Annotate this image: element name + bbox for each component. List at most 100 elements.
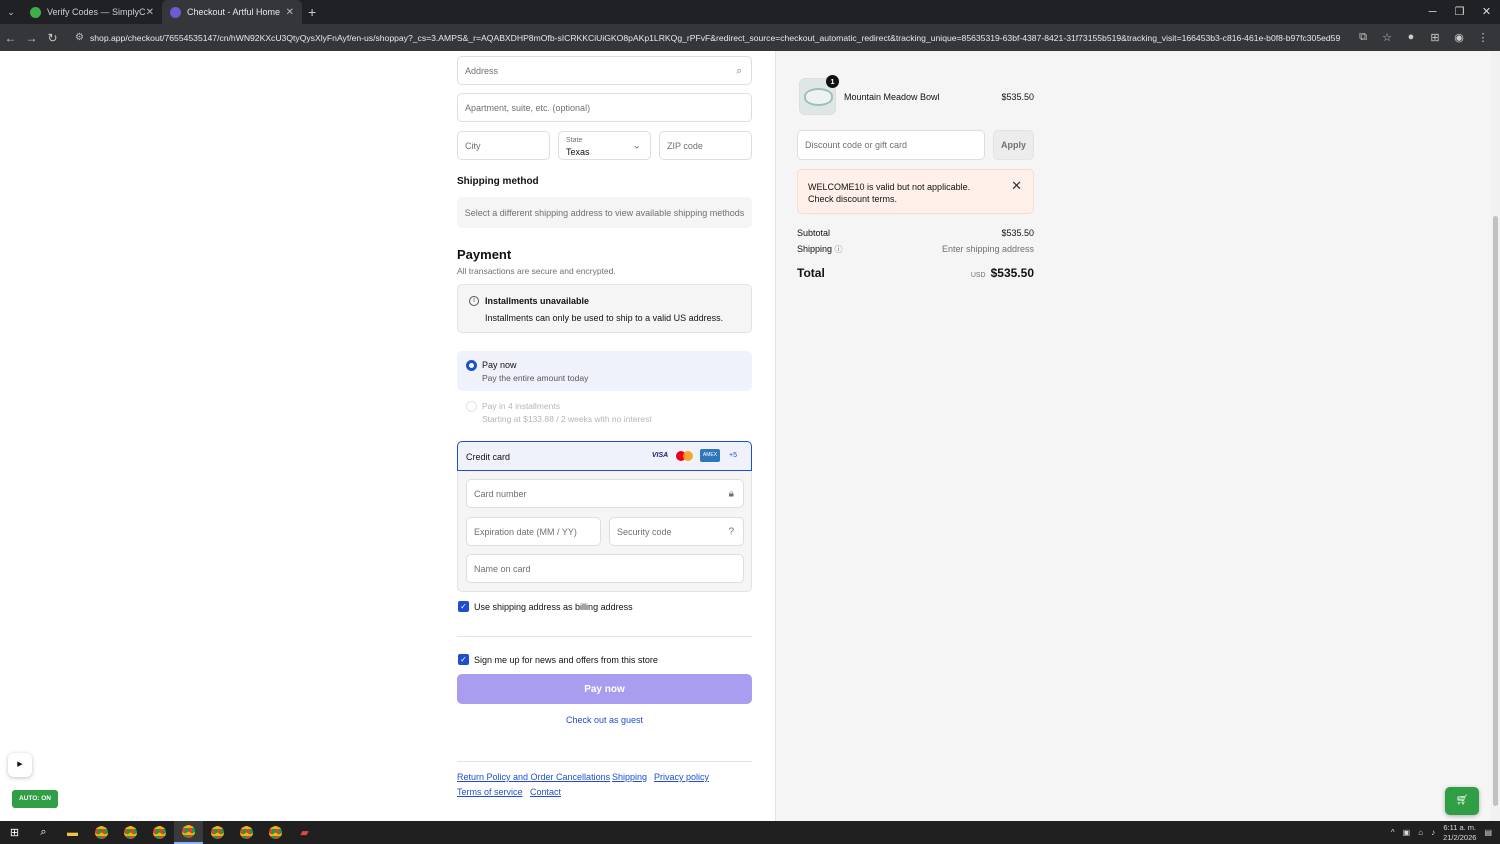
- state-value: Texas: [566, 147, 590, 157]
- security-code-input[interactable]: Security code ?: [609, 517, 744, 546]
- checkout-as-guest-link[interactable]: Check out as guest: [457, 715, 752, 725]
- tab-close-icon[interactable]: ✕: [286, 7, 294, 18]
- shipping-notice-text: Select a different shipping address to v…: [464, 207, 745, 218]
- scrollbar-thumb[interactable]: [1493, 216, 1498, 806]
- pay-installments-radio: [466, 401, 477, 412]
- apartment-input[interactable]: Apartment, suite, etc. (optional): [457, 93, 752, 122]
- mastercard-icon: [675, 450, 695, 462]
- page-scrollbar[interactable]: [1491, 51, 1500, 821]
- pay-now-radio[interactable]: [466, 360, 477, 371]
- network-icon[interactable]: ⌂: [1418, 828, 1423, 837]
- name-on-card-input[interactable]: Name on card: [466, 554, 744, 583]
- total-row: Total USD $535.50: [797, 265, 1034, 280]
- menu-kebab-icon[interactable]: ⋮: [1474, 31, 1492, 44]
- card-number-input[interactable]: Card number 🔒︎: [466, 479, 744, 508]
- shipping-method-notice: Select a different shipping address to v…: [457, 197, 752, 228]
- installments-title: Installments unavailable: [485, 296, 590, 306]
- installments-desc: Installments can only be used to ship to…: [485, 313, 724, 323]
- cart-icon[interactable]: 🛒︎: [1445, 787, 1479, 815]
- info-icon: i: [469, 296, 479, 306]
- state-select[interactable]: State Texas ⌄: [558, 131, 651, 160]
- forward-icon[interactable]: →: [21, 31, 42, 45]
- chrome-icon[interactable]: [174, 821, 203, 844]
- terms-of-service-link[interactable]: Terms of service: [457, 787, 523, 797]
- card-number-placeholder: Card number: [474, 488, 527, 499]
- chrome-icon[interactable]: [116, 821, 145, 844]
- pay-now-option[interactable]: Pay now Pay the entire amount today: [457, 351, 752, 391]
- reload-icon[interactable]: ↻: [42, 31, 63, 45]
- address-bar[interactable]: ⚙ shop.app/checkout/76554535147/cn/hWN92…: [69, 26, 1348, 49]
- chrome-icon[interactable]: [203, 821, 232, 844]
- new-tab-icon[interactable]: +: [308, 4, 316, 20]
- billing-checkbox[interactable]: ✓: [458, 601, 469, 612]
- credit-card-header[interactable]: Credit card VISA AMEX +5: [457, 441, 752, 471]
- more-cards-count: +5: [729, 452, 737, 459]
- tab-search-icon[interactable]: ⌄: [0, 0, 22, 24]
- notifications-icon[interactable]: ▤: [1484, 828, 1492, 837]
- clock[interactable]: 6:11 a. m. 21/2/2026: [1443, 823, 1476, 843]
- close-icon[interactable]: ✕: [1011, 178, 1022, 194]
- search-icon[interactable]: ⌕: [29, 821, 58, 844]
- play-icon[interactable]: ▶: [8, 753, 32, 777]
- app-icon[interactable]: ▰: [290, 821, 319, 844]
- amex-icon: AMEX: [700, 449, 720, 462]
- translate-icon[interactable]: ⧉: [1354, 31, 1372, 44]
- profile-icon[interactable]: ◉: [1450, 31, 1468, 44]
- minimize-icon[interactable]: ─: [1419, 0, 1446, 24]
- lock-icon: 🔒︎: [728, 488, 734, 499]
- shipping-method-heading: Shipping method: [457, 176, 539, 187]
- shop-favicon-icon: [170, 6, 181, 18]
- chevron-down-icon: ⌄: [632, 140, 641, 151]
- tab-verify-codes[interactable]: Verify Codes — SimplyCodes ✕: [22, 0, 162, 24]
- volume-icon[interactable]: ♪: [1431, 828, 1435, 837]
- city-input[interactable]: City: [457, 131, 550, 160]
- shipping-policy-link[interactable]: Shipping: [612, 772, 647, 782]
- billing-checkbox-label: Use shipping address as billing address: [474, 602, 633, 612]
- tray-chevron-icon[interactable]: ^: [1391, 828, 1395, 837]
- tab-title: Checkout - Artful Home: [187, 7, 281, 17]
- extension-icon[interactable]: ●: [1402, 31, 1420, 44]
- zip-input[interactable]: ZIP code: [659, 131, 752, 160]
- chrome-icon[interactable]: [232, 821, 261, 844]
- tab-checkout[interactable]: Checkout - Artful Home ✕: [162, 0, 302, 24]
- news-checkbox[interactable]: ✓: [458, 654, 469, 665]
- discount-code-input[interactable]: Discount code or gift card: [797, 130, 985, 160]
- expiry-placeholder: Expiration date (MM / YY): [474, 526, 577, 537]
- quantity-badge: 1: [826, 75, 839, 88]
- expiry-input[interactable]: Expiration date (MM / YY): [466, 517, 601, 546]
- security-placeholder: Security code: [617, 526, 672, 537]
- pay-now-button[interactable]: Pay now: [457, 674, 752, 704]
- bowl-image: [804, 88, 833, 106]
- extensions-puzzle-icon[interactable]: ⊞: [1426, 31, 1444, 44]
- help-circle-icon[interactable]: ⓘ: [835, 245, 843, 254]
- return-policy-link[interactable]: Return Policy and Order Cancellations: [457, 772, 610, 782]
- discount-alert-text: WELCOME10 is valid but not applicable. C…: [808, 182, 971, 204]
- restore-icon[interactable]: ❐: [1446, 0, 1473, 24]
- os-taskbar: ⊞ ⌕ ▬ ▰ ^ ▣ ⌂ ♪ 6:11 a. m. 21/2/2026 ▤: [0, 821, 1500, 844]
- bookmark-star-icon[interactable]: ☆: [1378, 31, 1396, 44]
- url-text: shop.app/checkout/76554535147/cn/hWN92KX…: [89, 32, 1341, 43]
- back-icon[interactable]: ←: [0, 31, 21, 45]
- windows-start-icon[interactable]: ⊞: [0, 821, 29, 844]
- chrome-icon[interactable]: [261, 821, 290, 844]
- chrome-icon[interactable]: [87, 821, 116, 844]
- apply-button[interactable]: Apply: [993, 130, 1034, 160]
- address-input[interactable]: Address ⌕: [457, 56, 752, 85]
- discount-alert: WELCOME10 is valid but not applicable. C…: [797, 169, 1034, 214]
- checkout-page: Address ⌕ Apartment, suite, etc. (option…: [0, 51, 1500, 821]
- auto-badge[interactable]: AUTO: ON: [12, 790, 58, 808]
- site-info-icon[interactable]: ⚙: [75, 32, 84, 43]
- total-value: $535.50: [990, 266, 1034, 280]
- payment-subtitle: All transactions are secure and encrypte…: [457, 266, 616, 276]
- close-window-icon[interactable]: ✕: [1473, 0, 1500, 24]
- file-explorer-icon[interactable]: ▬: [58, 821, 87, 844]
- contact-link[interactable]: Contact: [530, 787, 561, 797]
- tab-close-icon[interactable]: ✕: [146, 7, 154, 18]
- help-circle-icon[interactable]: ?: [728, 526, 734, 537]
- privacy-policy-link[interactable]: Privacy policy: [654, 772, 709, 782]
- shipping-row: Shipping ⓘ Enter shipping address: [797, 244, 1034, 255]
- subtotal-value: $535.50: [1001, 228, 1034, 238]
- chrome-icon[interactable]: [145, 821, 174, 844]
- tray-app-icon[interactable]: ▣: [1403, 828, 1411, 837]
- card-brands: VISA AMEX +5: [650, 449, 741, 462]
